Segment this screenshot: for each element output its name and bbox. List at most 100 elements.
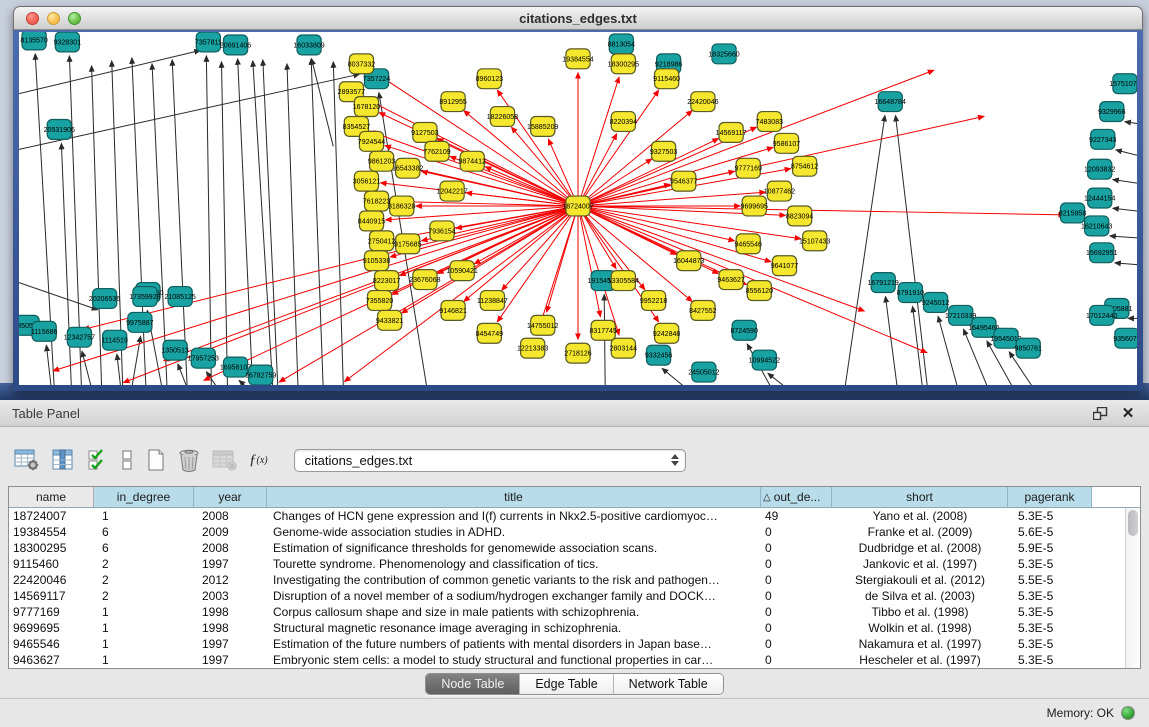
network-node[interactable]: 8791910	[897, 283, 925, 303]
network-node[interactable]: 7762109	[423, 141, 451, 161]
network-node[interactable]: 22420046	[687, 92, 718, 112]
network-node[interactable]: 10994522	[749, 350, 780, 370]
network-node[interactable]: 16782759	[245, 365, 276, 385]
network-node[interactable]: 9463627	[717, 270, 745, 290]
network-node[interactable]: 9546377	[670, 171, 698, 191]
network-node[interactable]: 9699695	[741, 196, 769, 216]
network-node[interactable]: 9861203	[368, 151, 396, 171]
network-node[interactable]: 10877462	[764, 181, 795, 201]
network-node[interactable]: 20691406	[220, 35, 251, 55]
network-node[interactable]: 15751074	[1109, 74, 1137, 94]
network-node[interactable]: 7936154	[428, 221, 456, 241]
network-node[interactable]: 2718126	[564, 343, 592, 363]
scrollbar-thumb[interactable]	[1128, 510, 1138, 536]
network-node[interactable]: 19384554	[562, 49, 593, 69]
table-row[interactable]: 1938455462009Genome-wide association stu…	[9, 524, 1125, 540]
network-node[interactable]: 7618223	[363, 191, 391, 211]
network-node[interactable]: 14755012	[527, 315, 558, 335]
table-row[interactable]: 977716911998Corpus callosum shape and si…	[9, 604, 1125, 620]
network-node[interactable]: 16044873	[673, 251, 704, 271]
network-node[interactable]: 9332456	[645, 345, 673, 365]
table-row[interactable]: 969969511998Structural magnetic resonanc…	[9, 620, 1125, 636]
network-node[interactable]: 12342757	[64, 327, 95, 347]
network-node[interactable]: 8427552	[689, 300, 717, 320]
network-node[interactable]: 16791219	[868, 273, 899, 293]
network-node[interactable]: 12093832	[1084, 159, 1115, 179]
network-node[interactable]: 7483083	[756, 112, 784, 132]
network-node[interactable]: 2750412	[368, 231, 396, 251]
network-node[interactable]: 9952218	[640, 291, 668, 311]
network-node[interactable]: 8556120	[746, 281, 774, 301]
network-node[interactable]: 16210643	[1081, 216, 1112, 236]
new-document-icon[interactable]	[146, 448, 166, 472]
network-node[interactable]: 7357811	[195, 32, 222, 52]
table-settings-icon[interactable]	[14, 448, 40, 472]
network-node[interactable]: 9242848	[653, 323, 681, 343]
network-node[interactable]: 9329966	[1098, 102, 1126, 122]
table-select-dropdown[interactable]: citations_edges.txt	[294, 449, 686, 472]
function-builder-icon[interactable]: ƒ(x)	[249, 452, 268, 469]
network-node[interactable]: 17957253	[188, 348, 219, 368]
network-node[interactable]: 11238847	[477, 291, 508, 311]
network-node[interactable]: 1678120	[353, 97, 381, 117]
network-node[interactable]: 9328301	[54, 32, 82, 52]
network-node[interactable]: 9115460	[653, 69, 680, 89]
table-row[interactable]: 2242004622012Investigating the contribut…	[9, 572, 1125, 588]
column-header-short[interactable]: short	[832, 487, 1008, 507]
network-node[interactable]: 20206536	[89, 289, 120, 309]
network-node[interactable]: 12444154	[1084, 188, 1115, 208]
delete-trash-icon[interactable]	[177, 447, 201, 473]
column-header-year[interactable]: year	[194, 487, 267, 507]
network-node[interactable]: 8317745	[589, 320, 617, 340]
network-node[interactable]: 9175685	[394, 234, 422, 254]
column-header-pagerank[interactable]: pagerank	[1008, 487, 1092, 507]
network-node[interactable]: 9105338	[363, 251, 391, 271]
table-row[interactable]: 946362711997Embryonic stem cells: a mode…	[9, 652, 1125, 668]
column-header-title[interactable]: title	[267, 487, 761, 507]
network-node[interactable]: 8454749	[476, 323, 504, 343]
network-node[interactable]: 12213383	[517, 338, 548, 358]
network-node[interactable]: 9874412	[459, 151, 487, 171]
table-row[interactable]: 1872400712008Changes of HCN gene express…	[9, 508, 1125, 524]
column-header-out_de[interactable]: △out_de...	[761, 487, 832, 507]
clear-selection-icon[interactable]	[119, 448, 135, 472]
network-window-titlebar[interactable]: citations_edges.txt	[13, 6, 1143, 30]
network-node[interactable]: 15107433	[799, 231, 830, 251]
network-node[interactable]: 9586107	[773, 133, 801, 153]
tab-network-table[interactable]: Network Table	[614, 674, 723, 694]
network-node[interactable]: 8960123	[476, 69, 504, 89]
network-node[interactable]: 8440915	[358, 211, 386, 231]
network-node[interactable]: 17012440	[1086, 305, 1117, 325]
network-node[interactable]: 8135570	[20, 32, 48, 50]
network-node[interactable]: 8823094	[786, 206, 814, 226]
network-node[interactable]: 9356072	[1113, 328, 1137, 348]
network-node[interactable]: 9146821	[439, 300, 467, 320]
network-node[interactable]: 7355820	[366, 291, 394, 311]
network-node[interactable]: 12042217	[436, 181, 467, 201]
network-node[interactable]: 16543382	[392, 158, 423, 178]
network-node[interactable]: 9245012	[922, 293, 950, 313]
network-node[interactable]: 10590421	[446, 261, 477, 281]
column-header-name[interactable]: name	[9, 487, 94, 507]
float-window-icon[interactable]	[1091, 405, 1109, 421]
close-panel-icon[interactable]: ✕	[1119, 405, 1137, 421]
network-node[interactable]: 1350513	[161, 340, 189, 360]
network-node[interactable]: 1114519	[101, 330, 127, 350]
network-node[interactable]: 8813054	[608, 34, 636, 54]
network-node[interactable]: 8186328	[388, 196, 416, 216]
network-node[interactable]: 8037332	[348, 54, 376, 74]
tab-edge-table[interactable]: Edge Table	[520, 674, 613, 694]
show-columns-icon[interactable]	[51, 448, 75, 472]
network-node[interactable]: 18226058	[487, 107, 518, 127]
network-node[interactable]: 18325660	[708, 44, 739, 64]
table-scrollbar[interactable]	[1125, 508, 1140, 668]
network-node[interactable]: 9433821	[376, 310, 404, 330]
network-node[interactable]: 21085125	[164, 287, 195, 307]
network-node[interactable]: 24505012	[688, 362, 719, 382]
tab-node-table[interactable]: Node Table	[426, 674, 520, 694]
memory-status-indicator[interactable]	[1121, 706, 1135, 720]
network-node[interactable]: 9850761	[1015, 338, 1043, 358]
table-row[interactable]: 1830029562008Estimation of significance …	[9, 540, 1125, 556]
network-node[interactable]: 16648784	[875, 92, 906, 112]
table-row[interactable]: 1456911722003Disruption of a novel membe…	[9, 588, 1125, 604]
